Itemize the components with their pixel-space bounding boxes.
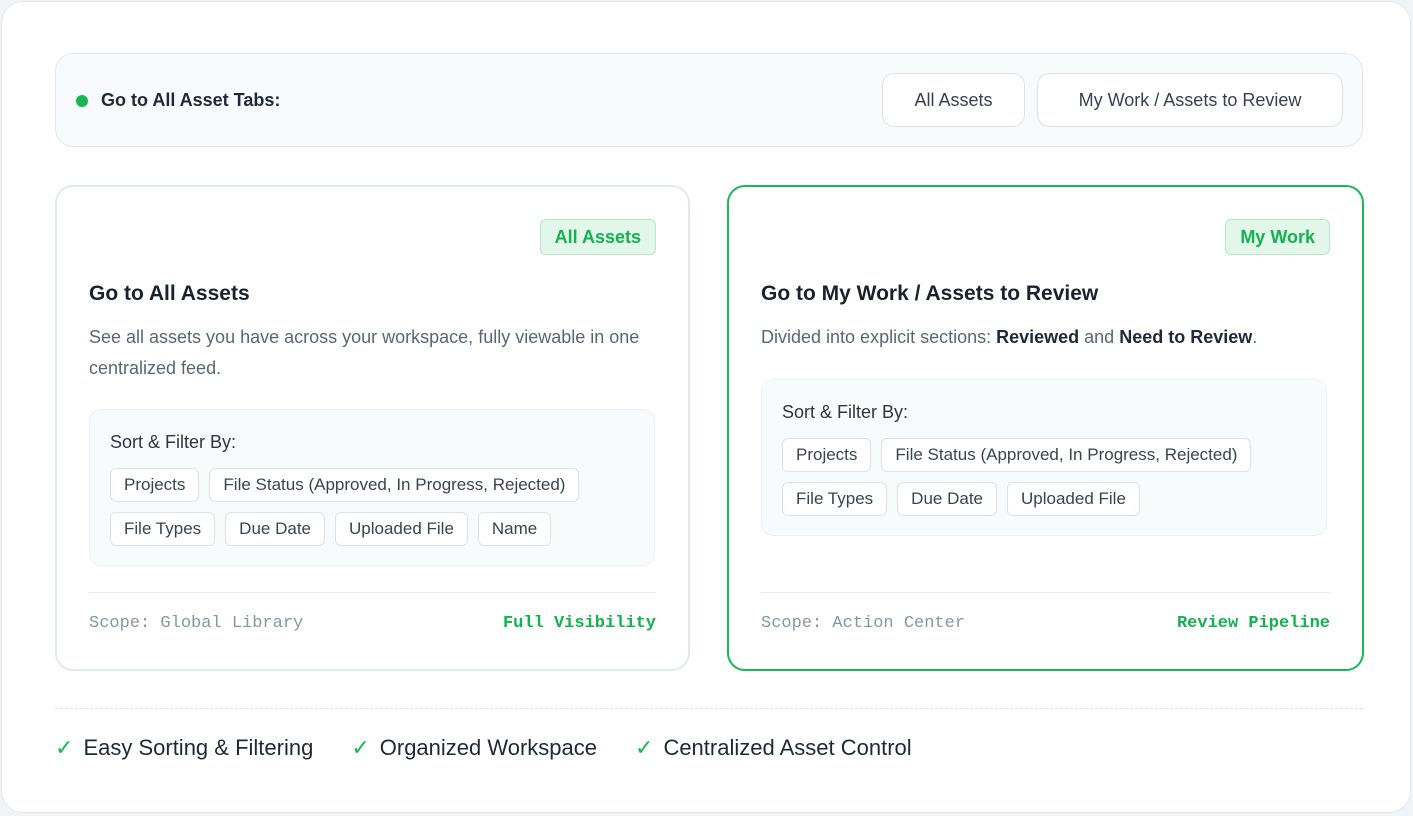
feature-item: ✓ Centralized Asset Control xyxy=(635,735,912,761)
filter-panel: Sort & Filter By: Projects File Status (… xyxy=(89,409,655,566)
filter-panel: Sort & Filter By: Projects File Status (… xyxy=(761,379,1327,536)
feature-item: ✓ Easy Sorting & Filtering xyxy=(55,735,313,761)
card-divider xyxy=(761,592,1330,593)
all-assets-card: All Assets Go to All Assets See all asse… xyxy=(55,185,690,671)
filter-chip-projects[interactable]: Projects xyxy=(782,438,872,472)
check-icon: ✓ xyxy=(55,735,74,760)
tab-my-work[interactable]: My Work / Assets to Review xyxy=(1037,73,1343,127)
filter-chip-file-types[interactable]: File Types xyxy=(110,512,216,546)
asset-tabs-label: Go to All Asset Tabs: xyxy=(101,90,281,110)
section-divider xyxy=(55,708,1363,709)
feature-label: Organized Workspace xyxy=(379,735,597,760)
filter-chips: Projects File Status (Approved, In Progr… xyxy=(110,468,640,546)
feature-label: Easy Sorting & Filtering xyxy=(83,735,314,760)
filter-chip-file-types[interactable]: File Types xyxy=(782,482,888,516)
filter-chip-uploaded-file[interactable]: Uploaded File xyxy=(1007,482,1140,516)
section-reviewed: Reviewed xyxy=(996,327,1080,347)
section-need-to-review: Need to Review xyxy=(1119,327,1253,347)
all-assets-badge: All Assets xyxy=(539,219,656,255)
card-description: Divided into explicit sections: Reviewed… xyxy=(761,322,1331,353)
card-title: Go to All Assets xyxy=(89,282,250,305)
filter-chip-name[interactable]: Name xyxy=(477,512,552,546)
main-panel: Go to All Asset Tabs: All Assets My Work… xyxy=(1,1,1411,813)
filter-chip-due-date[interactable]: Due Date xyxy=(897,482,997,516)
my-work-card: My Work Go to My Work / Assets to Review… xyxy=(727,185,1364,671)
filter-title: Sort & Filter By: xyxy=(110,432,237,452)
description-mid: and xyxy=(1079,327,1120,347)
visibility-status: Full Visibility xyxy=(502,614,656,633)
filter-chip-projects[interactable]: Projects xyxy=(110,468,200,502)
status-dot-icon xyxy=(76,95,88,107)
filter-chip-uploaded-file[interactable]: Uploaded File xyxy=(335,512,468,546)
feature-list: ✓ Easy Sorting & Filtering ✓ Organized W… xyxy=(55,735,912,761)
card-divider xyxy=(89,592,656,593)
description-suffix: . xyxy=(1252,327,1258,347)
filter-chip-file-status[interactable]: File Status (Approved, In Progress, Reje… xyxy=(209,468,580,502)
card-description: See all assets you have across your work… xyxy=(89,327,640,378)
card-title: Go to My Work / Assets to Review xyxy=(761,282,1099,305)
check-icon: ✓ xyxy=(635,735,654,760)
description-prefix: Divided into explicit sections: xyxy=(761,327,997,347)
my-work-badge: My Work xyxy=(1225,219,1330,255)
filter-title: Sort & Filter By: xyxy=(782,402,909,422)
asset-tabs-bar: Go to All Asset Tabs: All Assets My Work… xyxy=(55,53,1363,147)
filter-chip-file-status[interactable]: File Status (Approved, In Progress, Reje… xyxy=(881,438,1252,472)
filter-chip-due-date[interactable]: Due Date xyxy=(225,512,325,546)
scope-label: Scope: Action Center xyxy=(761,614,966,633)
filter-chips: Projects File Status (Approved, In Progr… xyxy=(782,438,1312,516)
feature-item: ✓ Organized Workspace xyxy=(351,735,597,761)
check-icon: ✓ xyxy=(351,735,370,760)
pipeline-status: Review Pipeline xyxy=(1176,614,1330,633)
tab-all-assets[interactable]: All Assets xyxy=(882,73,1025,127)
feature-label: Centralized Asset Control xyxy=(663,735,912,760)
scope-label: Scope: Global Library xyxy=(89,614,304,633)
